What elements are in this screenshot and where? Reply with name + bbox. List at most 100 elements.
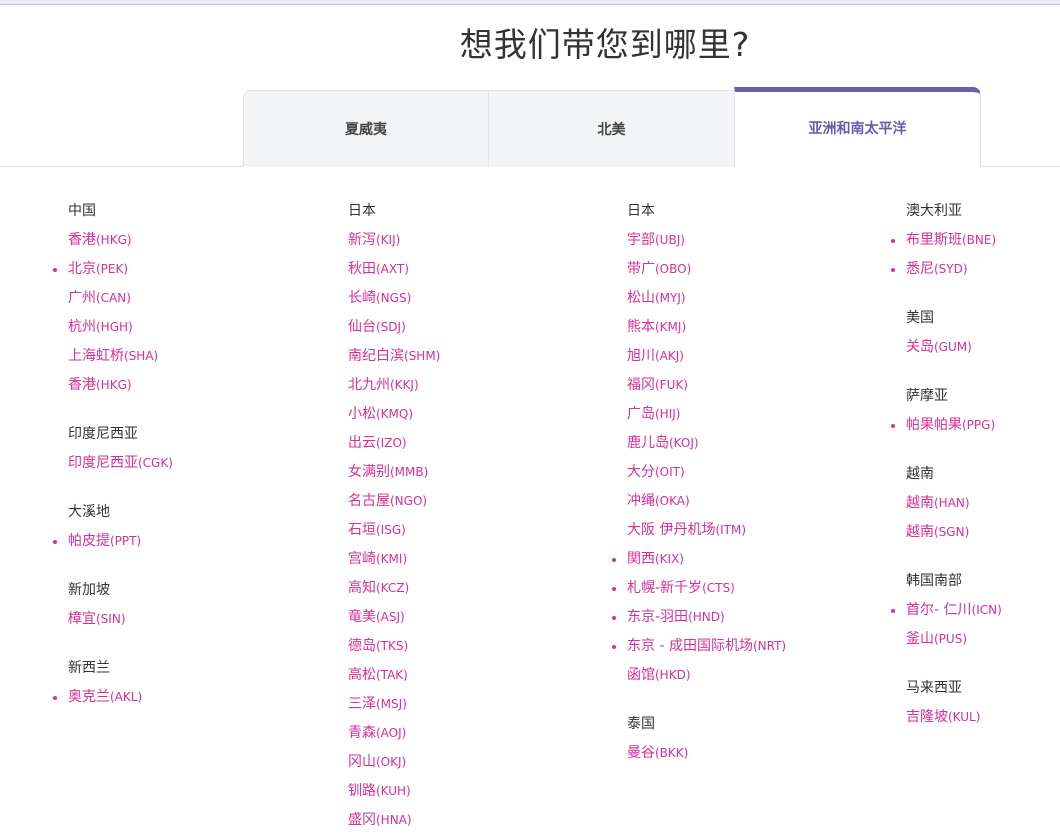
- city-name: 小松: [348, 406, 376, 422]
- airport-code: (HAN): [934, 496, 970, 510]
- destination-link[interactable]: 广岛(HIJ): [627, 403, 867, 432]
- airport-code: (HNA): [376, 813, 412, 827]
- city-name: 香港: [68, 377, 96, 393]
- destination-link[interactable]: 青森(AOJ): [348, 722, 588, 751]
- destination-link[interactable]: 曼谷(BKK): [627, 742, 867, 771]
- destination-link[interactable]: 名古屋(NGO): [348, 490, 588, 519]
- destination-link[interactable]: 石垣(ISG): [348, 519, 588, 548]
- tab-north-america[interactable]: 北美: [488, 90, 735, 167]
- airport-code: (AKL): [110, 690, 143, 704]
- city-name: 秋田: [348, 261, 376, 277]
- destination-link[interactable]: 札幌-新千岁(CTS): [612, 577, 867, 606]
- destination-link[interactable]: 广州(CAN): [68, 287, 308, 316]
- city-name: 女满别: [348, 464, 390, 480]
- region-group: 新西兰 奥克兰(AKL): [53, 657, 308, 715]
- destination-link[interactable]: 帕果帕果(PPG): [891, 414, 1060, 443]
- destination-link[interactable]: 帕皮提(PPT): [53, 530, 308, 559]
- destination-link[interactable]: 布里斯班(BNE): [891, 229, 1060, 258]
- destination-link[interactable]: 熊本(KMJ): [627, 316, 867, 345]
- destination-link[interactable]: 印度尼西亚(CGK): [68, 452, 308, 481]
- destination-link[interactable]: 冈山(OKJ): [348, 751, 588, 780]
- city-name: 南纪白滨: [348, 348, 404, 364]
- destination-link[interactable]: 大分(OIT): [627, 461, 867, 490]
- destination-link[interactable]: 竜美(ASJ): [348, 606, 588, 635]
- airport-code: (HKG): [96, 233, 132, 247]
- destination-link[interactable]: 出云(IZO): [348, 432, 588, 461]
- destination-link[interactable]: 东京-羽田(HND): [612, 606, 867, 635]
- airport-code: (OKA): [655, 494, 690, 508]
- city-name: 帕果帕果: [906, 417, 962, 433]
- destination-link[interactable]: 长崎(NGS): [348, 287, 588, 316]
- airport-code: (CGK): [138, 456, 173, 470]
- destination-link[interactable]: 德岛(TKS): [348, 635, 588, 664]
- tab-asia-south-pacific[interactable]: 亚洲和南太平洋: [734, 87, 981, 168]
- destination-link[interactable]: 上海虹桥(SHA): [68, 345, 308, 374]
- destination-link[interactable]: 北九州(KKJ): [348, 374, 588, 403]
- destination-link[interactable]: 関西(KIX): [612, 548, 867, 577]
- destination-link[interactable]: 小松(KMQ): [348, 403, 588, 432]
- region-group: 萨摩亚 帕果帕果(PPG): [891, 385, 1060, 443]
- destination-link[interactable]: 南纪白滨(SHM): [348, 345, 588, 374]
- destination-link[interactable]: 女满别(MMB): [348, 461, 588, 490]
- tab-hawaii[interactable]: 夏威夷: [243, 90, 489, 167]
- destination-link[interactable]: 樟宜(SIN): [68, 608, 308, 637]
- airport-code: (KUL): [948, 710, 981, 724]
- destination-link[interactable]: 悉尼(SYD): [891, 258, 1060, 287]
- city-name: 奥克兰: [68, 689, 110, 705]
- region-group: 韩国南部 首尔- 仁川(ICN) 釜山(PUS): [891, 570, 1060, 657]
- destination-link[interactable]: 关岛(GUM): [906, 336, 1060, 365]
- city-name: 札幌-新千岁: [627, 580, 703, 596]
- destination-link[interactable]: 杭州(HGH): [68, 316, 308, 345]
- city-name: 関西: [627, 551, 655, 567]
- destination-link[interactable]: 东京 - 成田国际机场(NRT): [612, 635, 867, 664]
- city-name: 东京 - 成田国际机场: [627, 638, 753, 654]
- destination-link[interactable]: 釜山(PUS): [906, 628, 1060, 657]
- airport-code: (OBO): [655, 262, 692, 276]
- region-title: 新加坡: [68, 582, 110, 598]
- destination-link[interactable]: 钏路(KUH): [348, 780, 588, 809]
- airport-code: (SYD): [934, 262, 968, 276]
- destination-link[interactable]: 首尔- 仁川(ICN): [891, 599, 1060, 628]
- destination-link[interactable]: 高知(KCZ): [348, 577, 588, 606]
- destination-link[interactable]: 盛冈(HNA): [348, 809, 588, 838]
- city-name: 名古屋: [348, 493, 390, 509]
- destination-link[interactable]: 香港(HKG): [68, 229, 308, 258]
- region-title: 印度尼西亚: [68, 426, 138, 442]
- city-name: 福冈: [627, 377, 655, 393]
- destination-link[interactable]: 宇部(UBJ): [627, 229, 867, 258]
- destination-link[interactable]: 宫崎(KMI): [348, 548, 588, 577]
- destination-link[interactable]: 香港(HKG): [68, 374, 308, 403]
- destination-link[interactable]: 奥克兰(AKL): [53, 686, 308, 715]
- region-tabs: 夏威夷 北美 亚洲和南太平洋: [243, 87, 981, 168]
- destination-link[interactable]: 吉隆坡(KUL): [906, 706, 1060, 735]
- city-name: 印度尼西亚: [68, 455, 138, 471]
- region-group: 澳大利亚 布里斯班(BNE) 悉尼(SYD): [891, 200, 1060, 287]
- airport-code: (AXT): [376, 262, 409, 276]
- destination-column-3: 日本 宇部(UBJ) 带广(OBO) 松山(MYJ) 熊本(KMJ) 旭川(AKJ) 福冈(…: [612, 200, 867, 771]
- destination-link[interactable]: 新泻(KIJ): [348, 229, 588, 258]
- airport-code: (KIX): [655, 552, 684, 566]
- destination-link[interactable]: 高松(TAK): [348, 664, 588, 693]
- destination-link[interactable]: 鹿儿岛(KOJ): [627, 432, 867, 461]
- city-name: 关岛: [906, 339, 934, 355]
- destination-link[interactable]: 松山(MYJ): [627, 287, 867, 316]
- destination-link[interactable]: 福冈(FUK): [627, 374, 867, 403]
- destination-link[interactable]: 三泽(MSJ): [348, 693, 588, 722]
- destination-link[interactable]: 仙台(SDJ): [348, 316, 588, 345]
- region-group: 日本 新泻(KIJ) 秋田(AXT) 长崎(NGS) 仙台(SDJ) 南纪白滨(SHM) 北…: [348, 200, 588, 838]
- destination-link[interactable]: 带广(OBO): [627, 258, 867, 287]
- destination-link[interactable]: 北京(PEK): [53, 258, 308, 287]
- destination-link[interactable]: 冲绳(OKA): [627, 490, 867, 519]
- city-name: 北京: [68, 261, 96, 277]
- airport-code: (TKS): [376, 639, 409, 653]
- destination-link[interactable]: 旭川(AKJ): [627, 345, 867, 374]
- city-name: 仙台: [348, 319, 376, 335]
- city-name: 帕皮提: [68, 533, 110, 549]
- destination-link[interactable]: 函馆(HKD): [627, 664, 867, 693]
- destination-link[interactable]: 越南(SGN): [906, 521, 1060, 550]
- destination-link[interactable]: 越南(HAN): [906, 492, 1060, 521]
- city-name: 高知: [348, 580, 376, 596]
- destination-link[interactable]: 大阪 伊丹机场(ITM): [627, 519, 867, 548]
- destination-link[interactable]: 秋田(AXT): [348, 258, 588, 287]
- city-name: 东京-羽田: [627, 609, 689, 625]
